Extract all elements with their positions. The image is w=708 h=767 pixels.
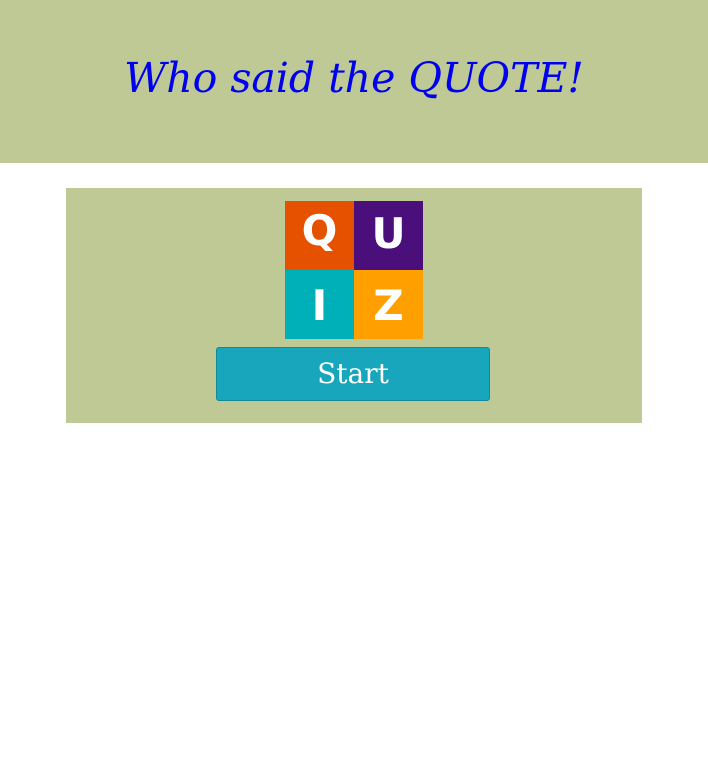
logo-tile-z: Z <box>354 270 423 339</box>
header-banner: Who said the QUOTE! <box>0 0 708 163</box>
quiz-start-panel: Q U I Z Start <box>66 188 642 423</box>
logo-tile-i: I <box>285 270 354 339</box>
quiz-logo: Q U I Z <box>285 201 423 339</box>
page-title: Who said the QUOTE! <box>124 54 584 102</box>
logo-tile-u: U <box>354 201 423 270</box>
logo-tile-q: Q <box>285 201 354 270</box>
start-button[interactable]: Start <box>216 347 490 401</box>
